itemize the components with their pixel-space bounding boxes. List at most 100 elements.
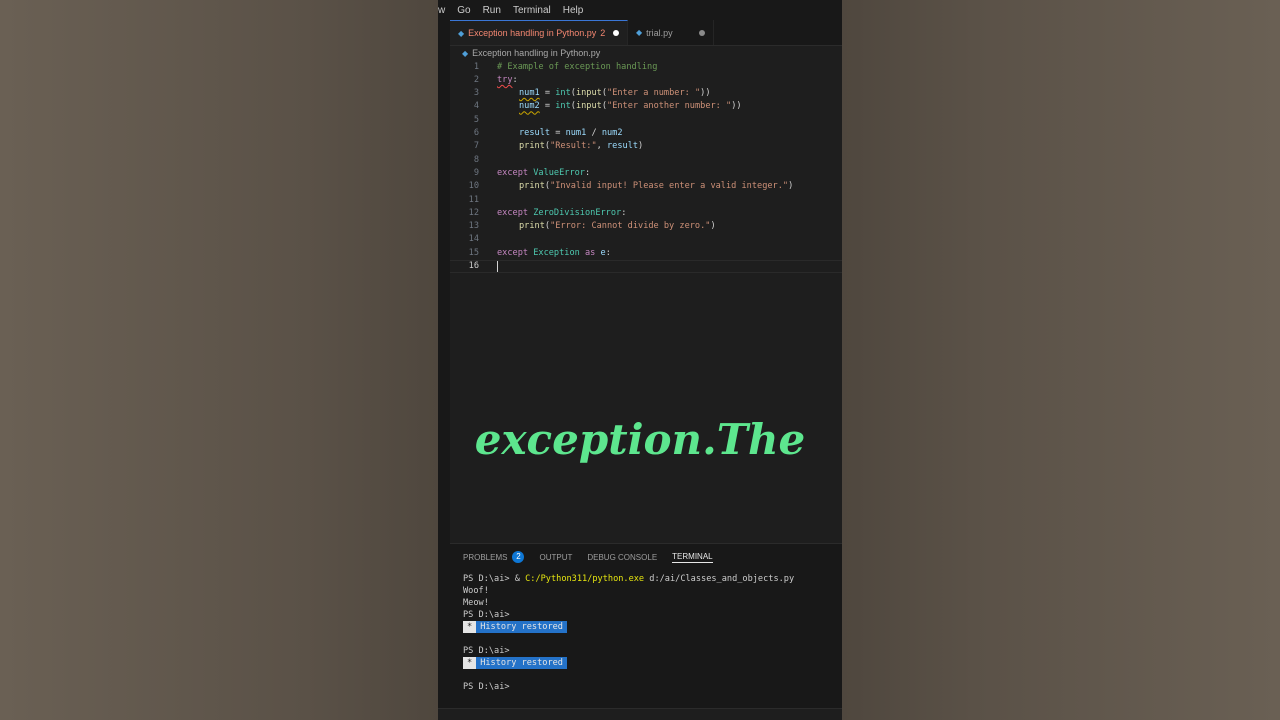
tab-label: Exception handling in Python.py — [468, 28, 597, 38]
terminal-line: PS D:\ai> — [463, 646, 510, 656]
menu-terminal[interactable]: Terminal — [513, 5, 551, 16]
tab-exception-handling[interactable]: ◆ Exception handling in Python.py 2 — [450, 20, 628, 45]
terminal-line: Woof! — [463, 586, 489, 596]
code-builtin: int — [555, 88, 571, 99]
code-punctuation: , — [596, 141, 607, 152]
code-function: print — [519, 221, 545, 232]
unsaved-dot-icon[interactable] — [699, 29, 705, 36]
python-file-icon: ◆ — [462, 48, 469, 58]
terminal-line: PS D:\ai> & C:/Python311/python.exe d:/a… — [463, 573, 839, 585]
background-right — [842, 0, 1280, 720]
code-line: 12 except ZeroDivisionError: — [450, 206, 842, 219]
code-class: Exception — [533, 247, 580, 258]
code-punctuation: ) — [788, 181, 794, 192]
code-line: 13 print("Error: Cannot divide by zero."… — [450, 220, 842, 233]
menu-run[interactable]: Run — [483, 5, 501, 16]
line-number: 4 — [473, 101, 479, 112]
tab-output[interactable]: OUTPUT — [539, 553, 572, 562]
tab-problems[interactable]: PROBLEMS 2 — [463, 551, 525, 563]
menu-view[interactable]: w — [438, 5, 445, 16]
terminal-output[interactable]: PS D:\ai> & C:/Python311/python.exe d:/a… — [463, 573, 839, 693]
editor-tab-bar: ◆ Exception handling in Python.py 2 ◆ tr… — [450, 20, 842, 46]
line-number: 11 — [468, 194, 479, 205]
code-line-current: 16 — [450, 259, 842, 273]
code-punctuation: : — [605, 247, 611, 258]
breadcrumb[interactable]: ◆ Exception handling in Python.py — [462, 46, 600, 60]
code-line: 3 num1 = int(input("Enter a number: ")) — [450, 87, 842, 100]
line-number: 15 — [468, 247, 479, 258]
code-variable: result — [607, 141, 639, 152]
menu-go[interactable]: Go — [457, 5, 470, 16]
text-cursor — [497, 260, 498, 272]
terminal-command-exe: C:/Python311/python.exe — [525, 574, 645, 584]
code-keyword: except — [497, 167, 529, 178]
code-operator: = — [539, 101, 556, 112]
code-function: input — [575, 101, 602, 112]
history-restored-banner: * History restored — [463, 657, 567, 669]
code-line: 2 try: — [450, 73, 842, 86]
code-variable: num2 — [519, 101, 540, 112]
terminal-command: & — [509, 574, 526, 584]
tab-label: trial.py — [646, 27, 673, 38]
terminal-line: * History restored — [463, 621, 839, 633]
bottom-panel: PROBLEMS 2 OUTPUT DEBUG CONSOLE TERMINAL… — [450, 543, 842, 709]
code-line: 11 — [450, 193, 842, 206]
terminal-prompt: PS D:\ai> — [463, 574, 510, 584]
code-string: "Error: Cannot divide by zero." — [550, 221, 711, 232]
history-text: History restored — [480, 658, 563, 668]
code-line: 6 result = num1 / num2 — [450, 127, 842, 140]
line-number: 6 — [473, 128, 479, 138]
line-number: 2 — [473, 74, 479, 85]
line-number: 12 — [468, 207, 479, 218]
menu-bar: w Go Run Terminal Help — [438, 0, 842, 20]
menu-help[interactable]: Help — [563, 5, 584, 16]
code-line: 1 # Example of exception handling — [450, 60, 842, 73]
line-number: 9 — [473, 167, 479, 178]
code-line: 7 print("Result:", result) — [450, 140, 842, 153]
code-keyword: try — [497, 74, 513, 85]
activity-bar — [438, 20, 450, 720]
line-number: 1 — [473, 61, 479, 72]
code-operator: / — [586, 128, 602, 138]
vscode-window: w Go Run Terminal Help ◆ Exception handl… — [438, 0, 842, 720]
code-line: 10 print("Invalid input! Please enter a … — [450, 180, 842, 193]
terminal-line: * History restored — [463, 657, 839, 669]
code-keyword: except — [497, 207, 529, 218]
code-string: "Invalid input! Please enter a valid int… — [550, 181, 789, 192]
tab-terminal[interactable]: TERMINAL — [672, 552, 713, 563]
python-file-icon: ◆ — [458, 28, 465, 38]
tab-error-count: 2 — [600, 28, 606, 38]
line-number: 13 — [468, 221, 479, 232]
code-line: 8 — [450, 153, 842, 166]
breadcrumb-file[interactable]: Exception handling in Python.py — [472, 48, 600, 58]
history-star: * — [463, 657, 477, 669]
terminal-line: Meow! — [463, 598, 489, 608]
unsaved-dot-icon[interactable] — [613, 30, 619, 36]
code-function: input — [575, 88, 602, 99]
code-punctuation: : — [621, 207, 627, 218]
line-number: 16 — [468, 261, 479, 271]
line-number: 3 — [473, 88, 479, 99]
code-line: 4 num2 = int(input("Enter another number… — [450, 100, 842, 113]
code-variable: num1 — [565, 128, 587, 138]
tab-debug-console[interactable]: DEBUG CONSOLE — [587, 553, 657, 562]
code-class: ZeroDivisionError — [533, 207, 622, 218]
problems-count-badge: 2 — [512, 551, 525, 563]
code-string: "Enter another number: " — [607, 101, 732, 112]
code-punctuation: ) — [710, 221, 716, 232]
tab-trial[interactable]: ◆ trial.py — [628, 20, 714, 45]
terminal-line: PS D:\ai> — [463, 610, 510, 620]
code-operator: = — [539, 88, 556, 99]
line-number: 14 — [468, 234, 479, 245]
code-punctuation: ) — [638, 141, 644, 152]
history-star: * — [463, 621, 477, 633]
code-line: 9 except ValueError: — [450, 166, 842, 179]
code-punctuation: )) — [700, 88, 711, 99]
code-line: 15 except Exception as e: — [450, 246, 842, 259]
terminal-command-arg: d:/ai/Classes_and_objects.py — [644, 574, 795, 584]
line-number: 5 — [473, 114, 479, 125]
code-line: 14 — [450, 233, 842, 246]
code-keyword: as — [585, 247, 596, 258]
